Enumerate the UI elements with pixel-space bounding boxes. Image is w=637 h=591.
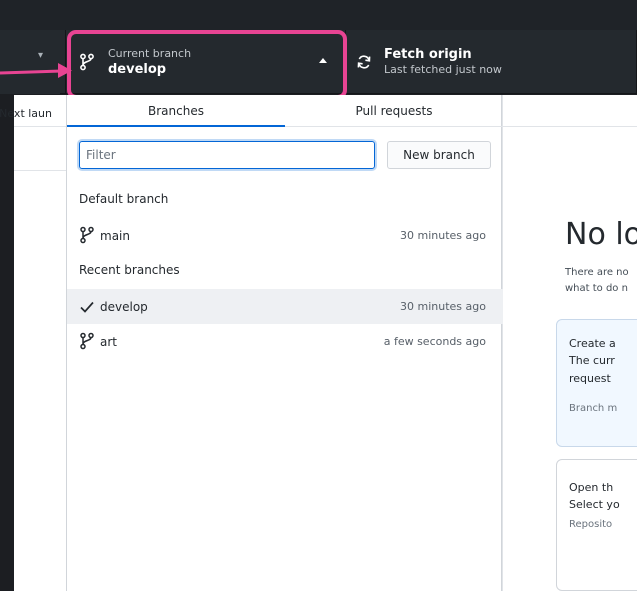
branch-time: 30 minutes ago (400, 300, 486, 313)
create-card-meta: Branch m (569, 403, 618, 414)
right-pane-strip (503, 95, 637, 127)
fetch-origin-button[interactable]: Fetch origin Last fetched just now (350, 30, 637, 94)
right-pane-desc-line: what to do n (565, 283, 628, 294)
create-card-text: The curr (569, 354, 615, 367)
right-pane-heading: No lo (565, 217, 637, 252)
branch-time: a few seconds ago (383, 335, 486, 348)
section-header-recent: Recent branches (79, 263, 180, 277)
create-card-title: Create a (569, 337, 616, 350)
toolbar-divider (345, 30, 346, 94)
new-branch-button[interactable]: New branch (387, 141, 491, 169)
right-pane-desc-line: There are no (565, 267, 629, 278)
check-icon (80, 301, 94, 313)
current-branch-caption: Current branch (108, 46, 192, 60)
dropdown-tabs: Branches Pull requests (67, 95, 503, 127)
git-branch-icon (80, 53, 94, 71)
branch-name: develop (100, 299, 148, 314)
tab-pull-requests[interactable]: Pull requests (285, 95, 503, 126)
branch-name: main (100, 228, 130, 243)
caret-up-icon (319, 58, 327, 63)
right-pane-description: There are no what to do n (565, 265, 629, 297)
create-card-text: request (569, 372, 611, 385)
open-card[interactable]: Open th Select yo Reposito (556, 459, 637, 591)
fetch-origin-subtitle: Last fetched just now (384, 63, 502, 76)
current-branch-name: develop (108, 61, 167, 77)
git-branch-icon (80, 332, 94, 350)
filter-input[interactable]: Filter (79, 141, 375, 169)
create-card[interactable]: Create a The curr request Branch m (556, 319, 637, 447)
branch-dropdown: Branches Pull requests Filter New branch… (66, 95, 503, 591)
fetch-origin-title: Fetch origin (384, 47, 472, 62)
section-header-default: Default branch (79, 192, 169, 206)
branch-row-develop[interactable]: develop 30 minutes ago (67, 289, 503, 324)
window-title-strip (0, 0, 637, 30)
branch-row-art[interactable]: art a few seconds ago (67, 324, 503, 359)
sync-icon (357, 55, 371, 69)
open-card-text: Select yo (569, 498, 620, 511)
branch-time: 30 minutes ago (400, 229, 486, 242)
left-pane (14, 95, 66, 591)
branch-name: art (100, 334, 117, 349)
arrow-annotation (0, 63, 72, 78)
branch-row-main[interactable]: main 30 minutes ago (67, 218, 503, 253)
left-pane-text: Next laun (0, 107, 52, 120)
open-card-meta: Reposito (569, 519, 613, 530)
left-pane-row (14, 127, 66, 171)
current-branch-button[interactable]: Current branch develop (65, 30, 345, 94)
tab-branches[interactable]: Branches (67, 95, 285, 127)
git-branch-icon (80, 226, 94, 244)
open-card-title: Open th (569, 481, 614, 494)
